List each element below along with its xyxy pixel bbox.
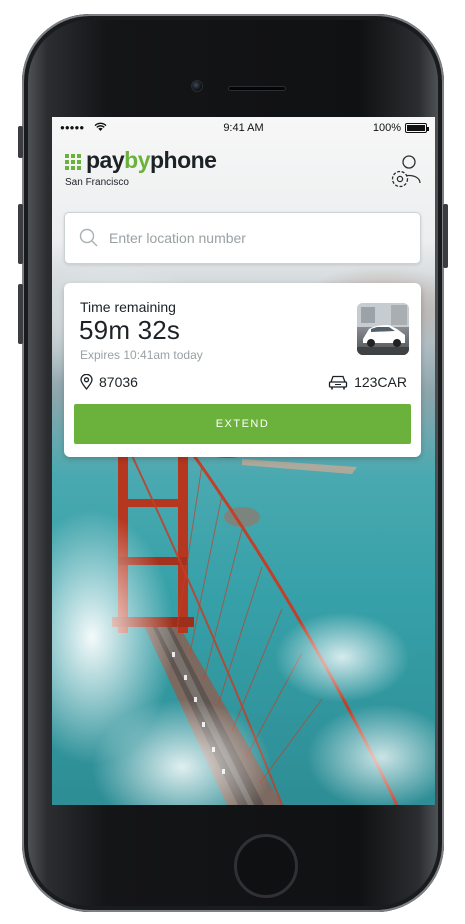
paybyphone-logo-icon	[65, 154, 82, 171]
battery-icon	[405, 123, 429, 133]
search-icon	[79, 228, 98, 247]
battery-percentage: 100%	[372, 122, 401, 134]
home-button[interactable]	[234, 834, 298, 898]
power-button	[443, 204, 448, 268]
status-bar: ●●●●● 9:41 AM 100%	[52, 117, 435, 139]
expiry-text: Expires 10:41am today	[80, 348, 203, 362]
vehicle-photo	[357, 303, 409, 355]
app-screen: ●●●●● 9:41 AM 100% paybyphone San Franci…	[52, 117, 435, 805]
vehicle-info: 123CAR	[328, 373, 407, 391]
volume-up-button	[18, 204, 23, 264]
location-search	[64, 212, 421, 264]
user-settings-icon[interactable]	[389, 153, 423, 189]
location-number-input[interactable]	[109, 227, 399, 249]
license-plate: 123CAR	[354, 374, 407, 390]
location-info: 87036	[80, 373, 138, 391]
parking-session-card[interactable]: Time remaining 59m 32s Expires 10:41am t…	[64, 283, 421, 457]
city-label: San Francisco	[65, 177, 129, 188]
fog-overlay-right	[232, 597, 435, 805]
front-camera	[191, 80, 203, 92]
location-number: 87036	[99, 374, 138, 390]
location-pin-icon	[80, 374, 93, 390]
mute-switch	[18, 126, 23, 158]
car-icon	[328, 375, 348, 390]
time-remaining-value: 59m 32s	[79, 315, 181, 345]
time-remaining-label: Time remaining	[80, 299, 176, 315]
extend-button[interactable]: EXTEND	[74, 404, 411, 444]
earpiece-speaker	[228, 86, 286, 91]
car-image	[357, 303, 409, 355]
brand-name: paybyphone	[86, 147, 217, 173]
volume-down-button	[18, 284, 23, 344]
